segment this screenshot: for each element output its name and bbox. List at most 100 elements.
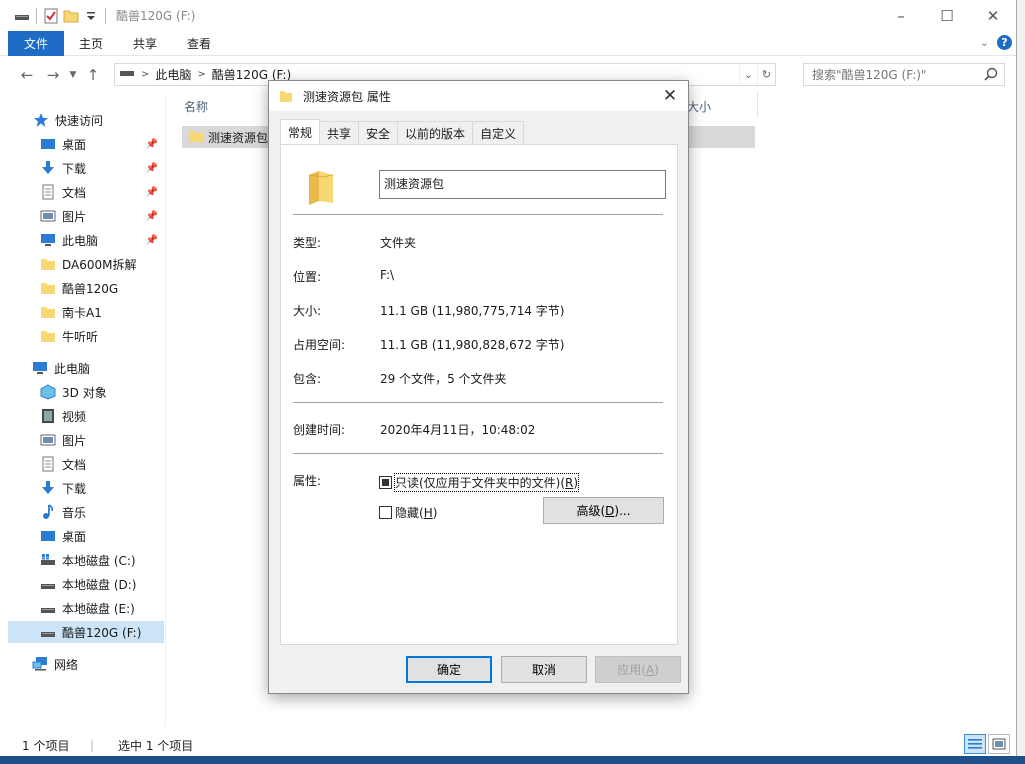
sidebar-item-documents[interactable]: 文档 (0, 453, 164, 475)
up-icon[interactable]: ↑ (80, 62, 106, 88)
sidebar-item-this-pc[interactable]: 此电脑 (0, 357, 164, 379)
size-on-disk-value: 11.1 GB (11,980,828,672 字节) (380, 338, 565, 352)
minimize-icon[interactable]: – (878, 0, 924, 31)
sidebar-item-folder[interactable]: 南卡A1 (0, 301, 164, 323)
tab-file[interactable]: 文件 (8, 30, 65, 56)
pin-icon: 📌 (145, 138, 158, 150)
help-icon[interactable]: ? (997, 35, 1012, 50)
back-icon[interactable]: ← (14, 62, 40, 88)
desktop-icon (40, 528, 56, 544)
folder-icon (40, 304, 56, 320)
search-input[interactable]: 搜索"酷兽120G (F:)" (803, 63, 1005, 86)
advanced-button[interactable]: 高级(D)... (543, 497, 664, 524)
folder-icon (305, 167, 337, 208)
tab-security[interactable]: 安全 (358, 121, 399, 145)
drive-icon (40, 624, 56, 640)
cancel-button[interactable]: 取消 (501, 656, 587, 683)
ok-button[interactable]: 确定 (406, 656, 492, 683)
document-icon (40, 456, 56, 472)
attributes-label: 属性: (293, 474, 322, 488)
close-icon[interactable]: ✕ (970, 0, 1016, 31)
sidebar-item-label: 下载 (62, 161, 87, 176)
video-icon (40, 408, 56, 424)
drive-icon (115, 67, 135, 82)
maximize-icon[interactable]: ☐ (924, 0, 970, 31)
properties-icon[interactable] (43, 8, 59, 24)
sidebar-item-this-pc-pinned[interactable]: 此电脑 📌 (0, 229, 164, 251)
readonly-checkbox[interactable]: 只读(仅应用于文件夹中的文件)(R) (379, 473, 580, 492)
breadcrumb-this-pc[interactable]: 此电脑 (149, 66, 197, 83)
window-title: 酷兽120G (F:) (116, 9, 196, 23)
tab-home[interactable]: 主页 (64, 31, 118, 56)
sidebar-item-pictures[interactable]: 图片 (0, 429, 164, 451)
pin-icon: 📌 (145, 186, 158, 198)
drive-icon (40, 576, 56, 592)
sidebar-item-label: DA600M拆解 (62, 257, 137, 272)
tab-view[interactable]: 查看 (172, 31, 226, 56)
sidebar-item-folder[interactable]: 牛听听 (0, 325, 164, 347)
navigation-pane: 快速访问 桌面 📌 下载 📌 文档 📌 图片 📌 此电脑 📌 DA600M拆解 … (0, 96, 166, 726)
column-header-size[interactable]: 大小 (687, 98, 711, 115)
hidden-checkbox[interactable]: 隐藏(H) (379, 504, 437, 521)
tab-previous-versions[interactable]: 以前的版本 (397, 121, 474, 145)
sidebar-item-label: 此电脑 (54, 361, 91, 376)
customize-dropdown-icon[interactable] (83, 8, 99, 24)
breadcrumb-arrow-icon[interactable]: > (197, 69, 205, 80)
sidebar-item-downloads[interactable]: 下载 📌 (0, 157, 164, 179)
desktop-icon (40, 136, 56, 152)
pin-icon: 📌 (145, 210, 158, 222)
folder-name-input[interactable]: 测速资源包 (379, 170, 666, 199)
breadcrumb-arrow-icon[interactable]: > (135, 69, 149, 80)
large-icons-view-icon[interactable] (988, 734, 1010, 754)
sidebar-item-desktop[interactable]: 桌面 📌 (0, 133, 164, 155)
pin-icon: 📌 (145, 234, 158, 246)
sidebar-item-folder[interactable]: 酷兽120G (0, 277, 164, 299)
close-icon[interactable]: ✕ (658, 84, 682, 108)
general-tab-panel: 测速资源包 类型: 文件夹 位置: F:\ 大小: 11.1 GB (11,98… (280, 144, 678, 645)
sidebar-item-label: 下载 (62, 481, 87, 496)
sidebar-item-3d-objects[interactable]: 3D 对象 (0, 381, 164, 403)
sidebar-item-pictures[interactable]: 图片 📌 (0, 205, 164, 227)
sidebar-item-quick-access[interactable]: 快速访问 (0, 109, 164, 131)
checkbox-icon[interactable] (379, 506, 392, 519)
apply-button[interactable]: 应用(A) (595, 656, 681, 683)
column-header-name[interactable]: 名称 (184, 98, 208, 115)
readonly-label: 只读(仅应用于文件夹中的文件)(R) (393, 473, 580, 492)
sidebar-item-disk-d[interactable]: 本地磁盘 (D:) (0, 573, 164, 595)
sidebar-item-label: 图片 (62, 433, 87, 448)
recent-locations-icon[interactable]: ▼ (66, 62, 80, 88)
cube-icon (40, 384, 56, 400)
sidebar-item-folder[interactable]: DA600M拆解 (0, 253, 164, 275)
sidebar-item-disk-f[interactable]: 酷兽120G (F:) (8, 621, 164, 643)
sidebar-item-desktop[interactable]: 桌面 (0, 525, 164, 547)
drive-icon (14, 8, 30, 24)
sidebar-item-label: 图片 (62, 209, 87, 224)
refresh-icon[interactable]: ↻ (757, 64, 775, 85)
sidebar-item-documents[interactable]: 文档 📌 (0, 181, 164, 203)
tab-customize[interactable]: 自定义 (472, 121, 525, 145)
tab-share[interactable]: 共享 (118, 31, 172, 56)
sidebar-item-network[interactable]: 网络 (0, 653, 164, 675)
tab-general[interactable]: 常规 (280, 119, 321, 145)
details-view-icon[interactable] (964, 734, 986, 754)
size-label: 大小: (293, 304, 322, 318)
ribbon-tabs: 文件 主页 共享 查看 ⌄ ? (0, 30, 1016, 56)
sidebar-item-label: 南卡A1 (62, 305, 102, 320)
sidebar-item-label: 酷兽120G (F:) (62, 625, 142, 640)
address-dropdown-icon[interactable]: ⌄ (739, 64, 757, 85)
checkbox-indeterminate-icon[interactable] (379, 476, 392, 489)
sidebar-item-disk-e[interactable]: 本地磁盘 (E:) (0, 597, 164, 619)
sidebar-item-disk-c[interactable]: 本地磁盘 (C:) (0, 549, 164, 571)
expand-ribbon-icon[interactable]: ⌄ (980, 36, 989, 49)
download-icon (40, 160, 56, 176)
new-folder-icon[interactable] (63, 8, 79, 24)
item-count: 1 个项目 (22, 738, 70, 753)
sidebar-item-label: 快速访问 (55, 113, 104, 128)
tab-sharing[interactable]: 共享 (319, 121, 360, 145)
sidebar-item-videos[interactable]: 视频 (0, 405, 164, 427)
sidebar-item-music[interactable]: 音乐 (0, 501, 164, 523)
forward-icon[interactable]: → (40, 62, 66, 88)
sidebar-item-downloads[interactable]: 下载 (0, 477, 164, 499)
column-divider[interactable] (757, 92, 758, 118)
sidebar-item-label: 3D 对象 (62, 385, 107, 400)
